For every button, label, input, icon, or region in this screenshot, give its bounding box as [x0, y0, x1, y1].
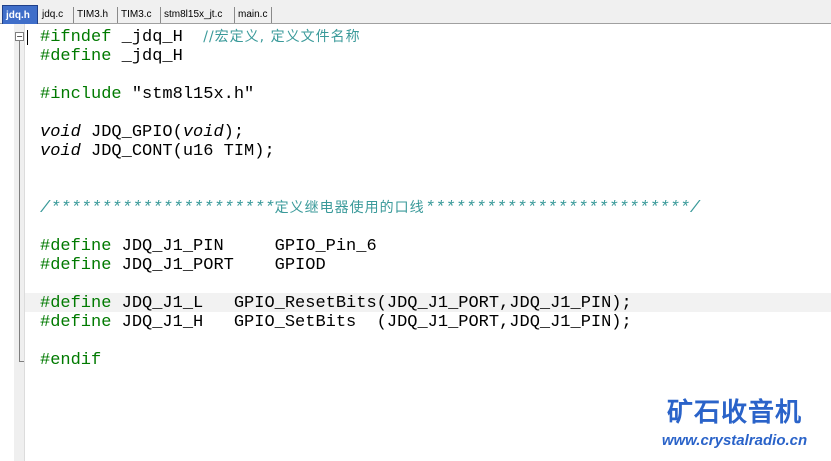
code-line-12: #define JDQ_J1_PIN GPIO_Pin_6 — [40, 237, 377, 256]
fold-end-marker — [19, 361, 24, 362]
block-comment-text: 定义继电器使用的口线 — [274, 200, 425, 216]
tab-tim3-c[interactable]: TIM3.c — [118, 7, 161, 23]
code-line-10: /**********************定义继电器使用的口线*******… — [40, 199, 700, 218]
preprocessor-directive: #define — [40, 237, 112, 256]
watermark-url: www.crystalradio.cn — [661, 432, 808, 449]
function-name: JDQ_GPIO( — [80, 123, 183, 142]
tab-tim3-h[interactable]: TIM3.h — [74, 7, 118, 23]
preprocessor-directive: #define — [40, 47, 112, 66]
site-watermark: 矿石收音机 www.crystalradio.cn — [647, 398, 822, 450]
type-keyword: void — [182, 123, 224, 142]
code-line-13: #define JDQ_J1_PORT GPIOD — [40, 256, 326, 275]
preprocessor-directive: #endif — [40, 351, 102, 370]
code-line-2: #define _jdq_H — [40, 47, 183, 66]
type-keyword: void — [40, 142, 81, 161]
block-comment: /********************** — [40, 199, 275, 218]
block-comment: **************************/ — [424, 199, 701, 218]
tab-main-c[interactable]: main.c — [235, 7, 272, 23]
preprocessor-directive: #ifndef — [40, 28, 112, 47]
macro-definition: JDQ_J1_PORT GPIOD — [111, 256, 326, 275]
code-line-1: #ifndef _jdq_H //宏定义, 定义文件名称 — [40, 28, 361, 47]
tab-stm8l15x-it-c[interactable]: stm8l15x_jt.c — [161, 7, 235, 23]
macro-name: _jdq_H — [111, 47, 183, 66]
code-line-6: void JDQ_GPIO(void); — [40, 123, 244, 142]
text-caret — [27, 30, 28, 45]
punctuation: ); — [223, 123, 245, 142]
tab-jdq-c[interactable]: jdq.c — [39, 7, 74, 23]
file-tab-bar: jdq.h jdq.c TIM3.h TIM3.c stm8l15x_jt.c … — [0, 0, 831, 24]
fold-line — [19, 41, 20, 361]
code-line-7: void JDQ_CONT(u16 TIM); — [40, 142, 275, 161]
preprocessor-directive: #define — [40, 313, 112, 332]
macro-definition: JDQ_J1_PIN GPIO_Pin_6 — [111, 237, 377, 256]
code-line-4: #include "stm8l15x.h" — [40, 85, 254, 104]
line-gutter — [0, 24, 14, 461]
macro-definition: JDQ_J1_L GPIO_ResetBits(JDQ_J1_PORT,JDQ_… — [111, 294, 632, 313]
macro-name: _jdq_H — [111, 28, 204, 47]
preprocessor-directive: #define — [40, 294, 112, 313]
tab-jdq-h[interactable]: jdq.h — [2, 5, 38, 24]
line-comment: //宏定义, 定义文件名称 — [203, 29, 361, 45]
code-line-16: #define JDQ_J1_H GPIO_SetBits (JDQ_J1_PO… — [40, 313, 632, 332]
macro-definition: JDQ_J1_H GPIO_SetBits (JDQ_J1_PORT,JDQ_J… — [111, 313, 632, 332]
type-keyword: void — [40, 123, 81, 142]
fold-toggle-icon[interactable]: − — [15, 32, 24, 41]
code-line-15: #define JDQ_J1_L GPIO_ResetBits(JDQ_J1_P… — [40, 294, 632, 313]
preprocessor-directive: #include — [40, 85, 122, 104]
preprocessor-directive: #define — [40, 256, 112, 275]
function-declaration: JDQ_CONT(u16 TIM); — [80, 142, 275, 161]
watermark-title: 矿石收音机 — [666, 398, 802, 428]
include-path: "stm8l15x.h" — [121, 85, 255, 104]
code-editor[interactable]: − #ifndef _jdq_H //宏定义, 定义文件名称 #define _… — [0, 24, 831, 461]
code-line-18: #endif — [40, 351, 101, 370]
